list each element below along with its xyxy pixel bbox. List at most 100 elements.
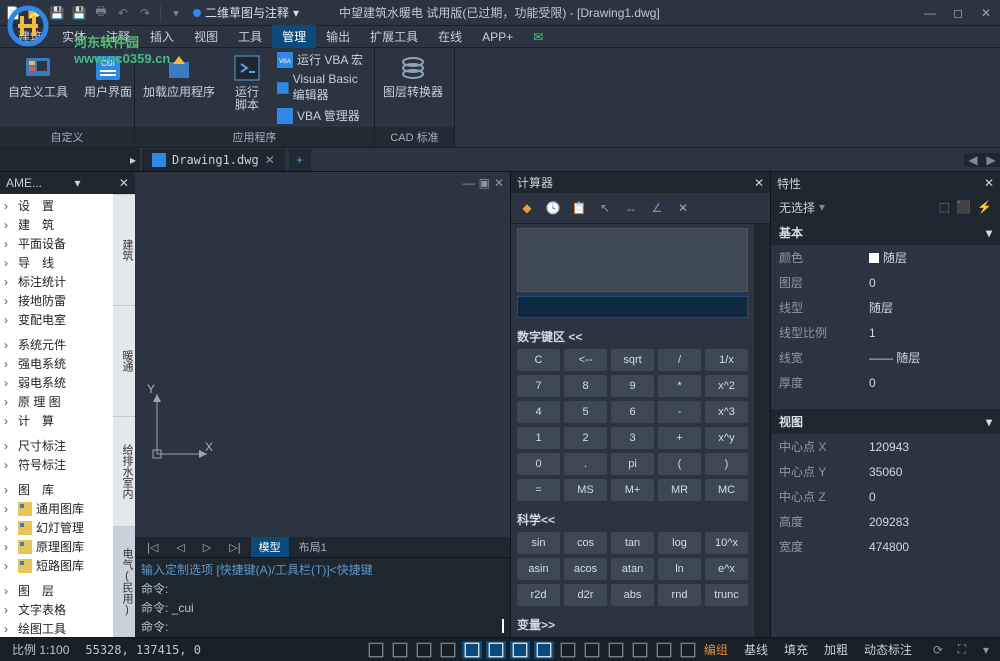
tree-item[interactable]: ›图 层 bbox=[0, 581, 113, 600]
paste-icon[interactable]: 📋 bbox=[567, 197, 591, 219]
qat-save-icon[interactable]: 💾 bbox=[48, 4, 66, 22]
tab-nav-left-icon[interactable]: ◀ bbox=[964, 153, 982, 167]
tree-item[interactable]: ›建 筑 bbox=[0, 215, 113, 234]
status-mode-基线[interactable]: 基线 bbox=[738, 641, 774, 658]
status-mode-动态标注[interactable]: 动态标注 bbox=[858, 641, 918, 658]
status-snap-icon[interactable] bbox=[366, 641, 386, 659]
status-dyn-icon[interactable] bbox=[534, 641, 554, 659]
quick-select-icon[interactable]: ⚡ bbox=[977, 200, 992, 214]
calc-key-MC[interactable]: MC bbox=[705, 479, 748, 501]
calc-key-x^2[interactable]: x^2 bbox=[705, 375, 748, 397]
property-row[interactable]: 高度209283 bbox=[771, 509, 1000, 534]
calc-key-asin[interactable]: asin bbox=[517, 558, 560, 580]
status-mode-编组[interactable]: 编组 bbox=[698, 641, 734, 658]
ribbon-vba-manager[interactable]: VBA 管理器 bbox=[271, 105, 374, 126]
minimize-button[interactable]: — bbox=[920, 6, 940, 20]
property-row[interactable]: 线型随层 bbox=[771, 295, 1000, 320]
property-value[interactable]: 0 bbox=[869, 274, 992, 291]
ribbon-custom-tools-button[interactable]: 自定义工具 bbox=[0, 48, 76, 127]
status-sc-icon[interactable] bbox=[630, 641, 650, 659]
calc-key-MS[interactable]: MS bbox=[564, 479, 607, 501]
tree-item[interactable]: ›绘图工具 bbox=[0, 619, 113, 637]
qat-plot-icon[interactable]: 🖶 bbox=[92, 4, 110, 22]
calc-key-pi[interactable]: pi bbox=[611, 453, 654, 475]
layout-nav-prev-icon[interactable]: ◁ bbox=[168, 539, 192, 556]
qat-open-icon[interactable]: 📂 bbox=[26, 4, 44, 22]
calc-key-ln[interactable]: ln bbox=[658, 558, 701, 580]
status-mode-填充[interactable]: 填充 bbox=[778, 641, 814, 658]
layout-nav-next-icon[interactable]: ▷ bbox=[195, 539, 219, 556]
workspace-selector[interactable]: 二维草图与注释 ▾ bbox=[193, 4, 299, 21]
close-tab-icon[interactable]: ✕ bbox=[265, 153, 275, 167]
menu-扩展工具[interactable]: 扩展工具 bbox=[360, 25, 428, 48]
status-scale[interactable]: 比例 1:100 bbox=[4, 641, 77, 658]
select-objects-icon[interactable]: ⬛ bbox=[956, 200, 971, 214]
calc-key-10^x[interactable]: 10^x bbox=[705, 532, 748, 554]
tree-item[interactable]: ›计 算 bbox=[0, 411, 113, 430]
calc-key-+[interactable]: + bbox=[658, 427, 701, 449]
ribbon-load-app-button[interactable]: 加载应用程序 bbox=[135, 48, 223, 127]
calc-key-x^y[interactable]: x^y bbox=[705, 427, 748, 449]
close-panel-icon[interactable]: ✕ bbox=[754, 176, 764, 190]
menu-输出[interactable]: 输出 bbox=[316, 25, 360, 48]
calc-key-log[interactable]: log bbox=[658, 532, 701, 554]
close-panel-icon[interactable]: ✕ bbox=[119, 176, 129, 190]
calc-key-<--[interactable]: <-- bbox=[564, 349, 607, 371]
tree-item[interactable]: ›短路图库 bbox=[0, 556, 113, 575]
toggle-pickadd-icon[interactable]: ⬚ bbox=[939, 200, 950, 214]
scrollbar-vertical[interactable] bbox=[754, 224, 770, 637]
property-row[interactable]: 中心点 Y35060 bbox=[771, 459, 1000, 484]
property-section[interactable]: 基本▾ bbox=[771, 220, 1000, 245]
tree-item[interactable]: ›尺寸标注 bbox=[0, 436, 113, 455]
model-tab[interactable]: 模型 bbox=[251, 537, 289, 557]
property-row[interactable]: 厚度0 bbox=[771, 370, 1000, 395]
notifications-icon[interactable]: ✉ bbox=[533, 30, 551, 44]
ribbon-cui-button[interactable]: CUI 用户界面 bbox=[76, 48, 140, 127]
calc-key-d2r[interactable]: d2r bbox=[564, 584, 607, 606]
calc-key-acos[interactable]: acos bbox=[564, 558, 607, 580]
angle-icon[interactable]: ∠ bbox=[645, 197, 669, 219]
tree-item[interactable]: ›变配电室 bbox=[0, 310, 113, 329]
status-polar-icon[interactable] bbox=[438, 641, 458, 659]
property-row[interactable]: 中心点 X120943 bbox=[771, 434, 1000, 459]
property-value[interactable]: —— 随层 bbox=[869, 349, 992, 366]
tree-item[interactable]: ›文字表格 bbox=[0, 600, 113, 619]
tree-item[interactable]: ›幻灯管理 bbox=[0, 518, 113, 537]
menu-建筑[interactable]: 建筑 bbox=[8, 25, 52, 48]
tree-item[interactable]: ›导 线 bbox=[0, 253, 113, 272]
calc-key-M+[interactable]: M+ bbox=[611, 479, 654, 501]
vertical-tab[interactable]: 给排水室内 bbox=[113, 416, 135, 527]
command-input[interactable] bbox=[172, 617, 500, 635]
menu-实体[interactable]: 实体 bbox=[52, 25, 96, 48]
tree-item[interactable]: ›强电系统 bbox=[0, 354, 113, 373]
menu-视图[interactable]: 视图 bbox=[184, 25, 228, 48]
property-value[interactable]: 209283 bbox=[869, 513, 992, 530]
property-value[interactable]: 0 bbox=[869, 374, 992, 391]
calc-key-*[interactable]: * bbox=[658, 375, 701, 397]
calculator-section-variables[interactable]: 变量>> bbox=[517, 612, 748, 637]
property-row[interactable]: 图层0 bbox=[771, 270, 1000, 295]
viewport[interactable]: — ▣ ✕ Y X bbox=[135, 172, 510, 537]
menu-工具[interactable]: 工具 bbox=[228, 25, 272, 48]
close-panel-icon[interactable]: ✕ bbox=[984, 176, 994, 190]
layout-nav-last-icon[interactable]: ▷| bbox=[221, 539, 248, 556]
property-row[interactable]: 宽度474800 bbox=[771, 534, 1000, 559]
calc-key-2[interactable]: 2 bbox=[564, 427, 607, 449]
property-value[interactable]: 1 bbox=[869, 324, 992, 341]
status-plus-icon[interactable] bbox=[678, 641, 698, 659]
calc-key-r2d[interactable]: r2d bbox=[517, 584, 560, 606]
calc-key-7[interactable]: 7 bbox=[517, 375, 560, 397]
calculator-input[interactable] bbox=[517, 296, 748, 318]
calc-key-9[interactable]: 9 bbox=[611, 375, 654, 397]
property-value[interactable]: 随层 bbox=[869, 249, 992, 266]
calc-key-5[interactable]: 5 bbox=[564, 401, 607, 423]
tree-item[interactable]: ›原理图库 bbox=[0, 537, 113, 556]
tree-item[interactable]: ›通用图库 bbox=[0, 499, 113, 518]
document-tab[interactable]: Drawing1.dwg ✕ bbox=[142, 149, 285, 171]
property-row[interactable]: 颜色随层 bbox=[771, 245, 1000, 270]
calc-key-/[interactable]: / bbox=[658, 349, 701, 371]
chevron-down-icon[interactable]: ▾ bbox=[986, 226, 992, 240]
layout-nav-first-icon[interactable]: |◁ bbox=[139, 539, 166, 556]
tree-item[interactable]: ›标注统计 bbox=[0, 272, 113, 291]
ribbon-vb-editor[interactable]: Visual Basic 编辑器 bbox=[271, 70, 374, 105]
